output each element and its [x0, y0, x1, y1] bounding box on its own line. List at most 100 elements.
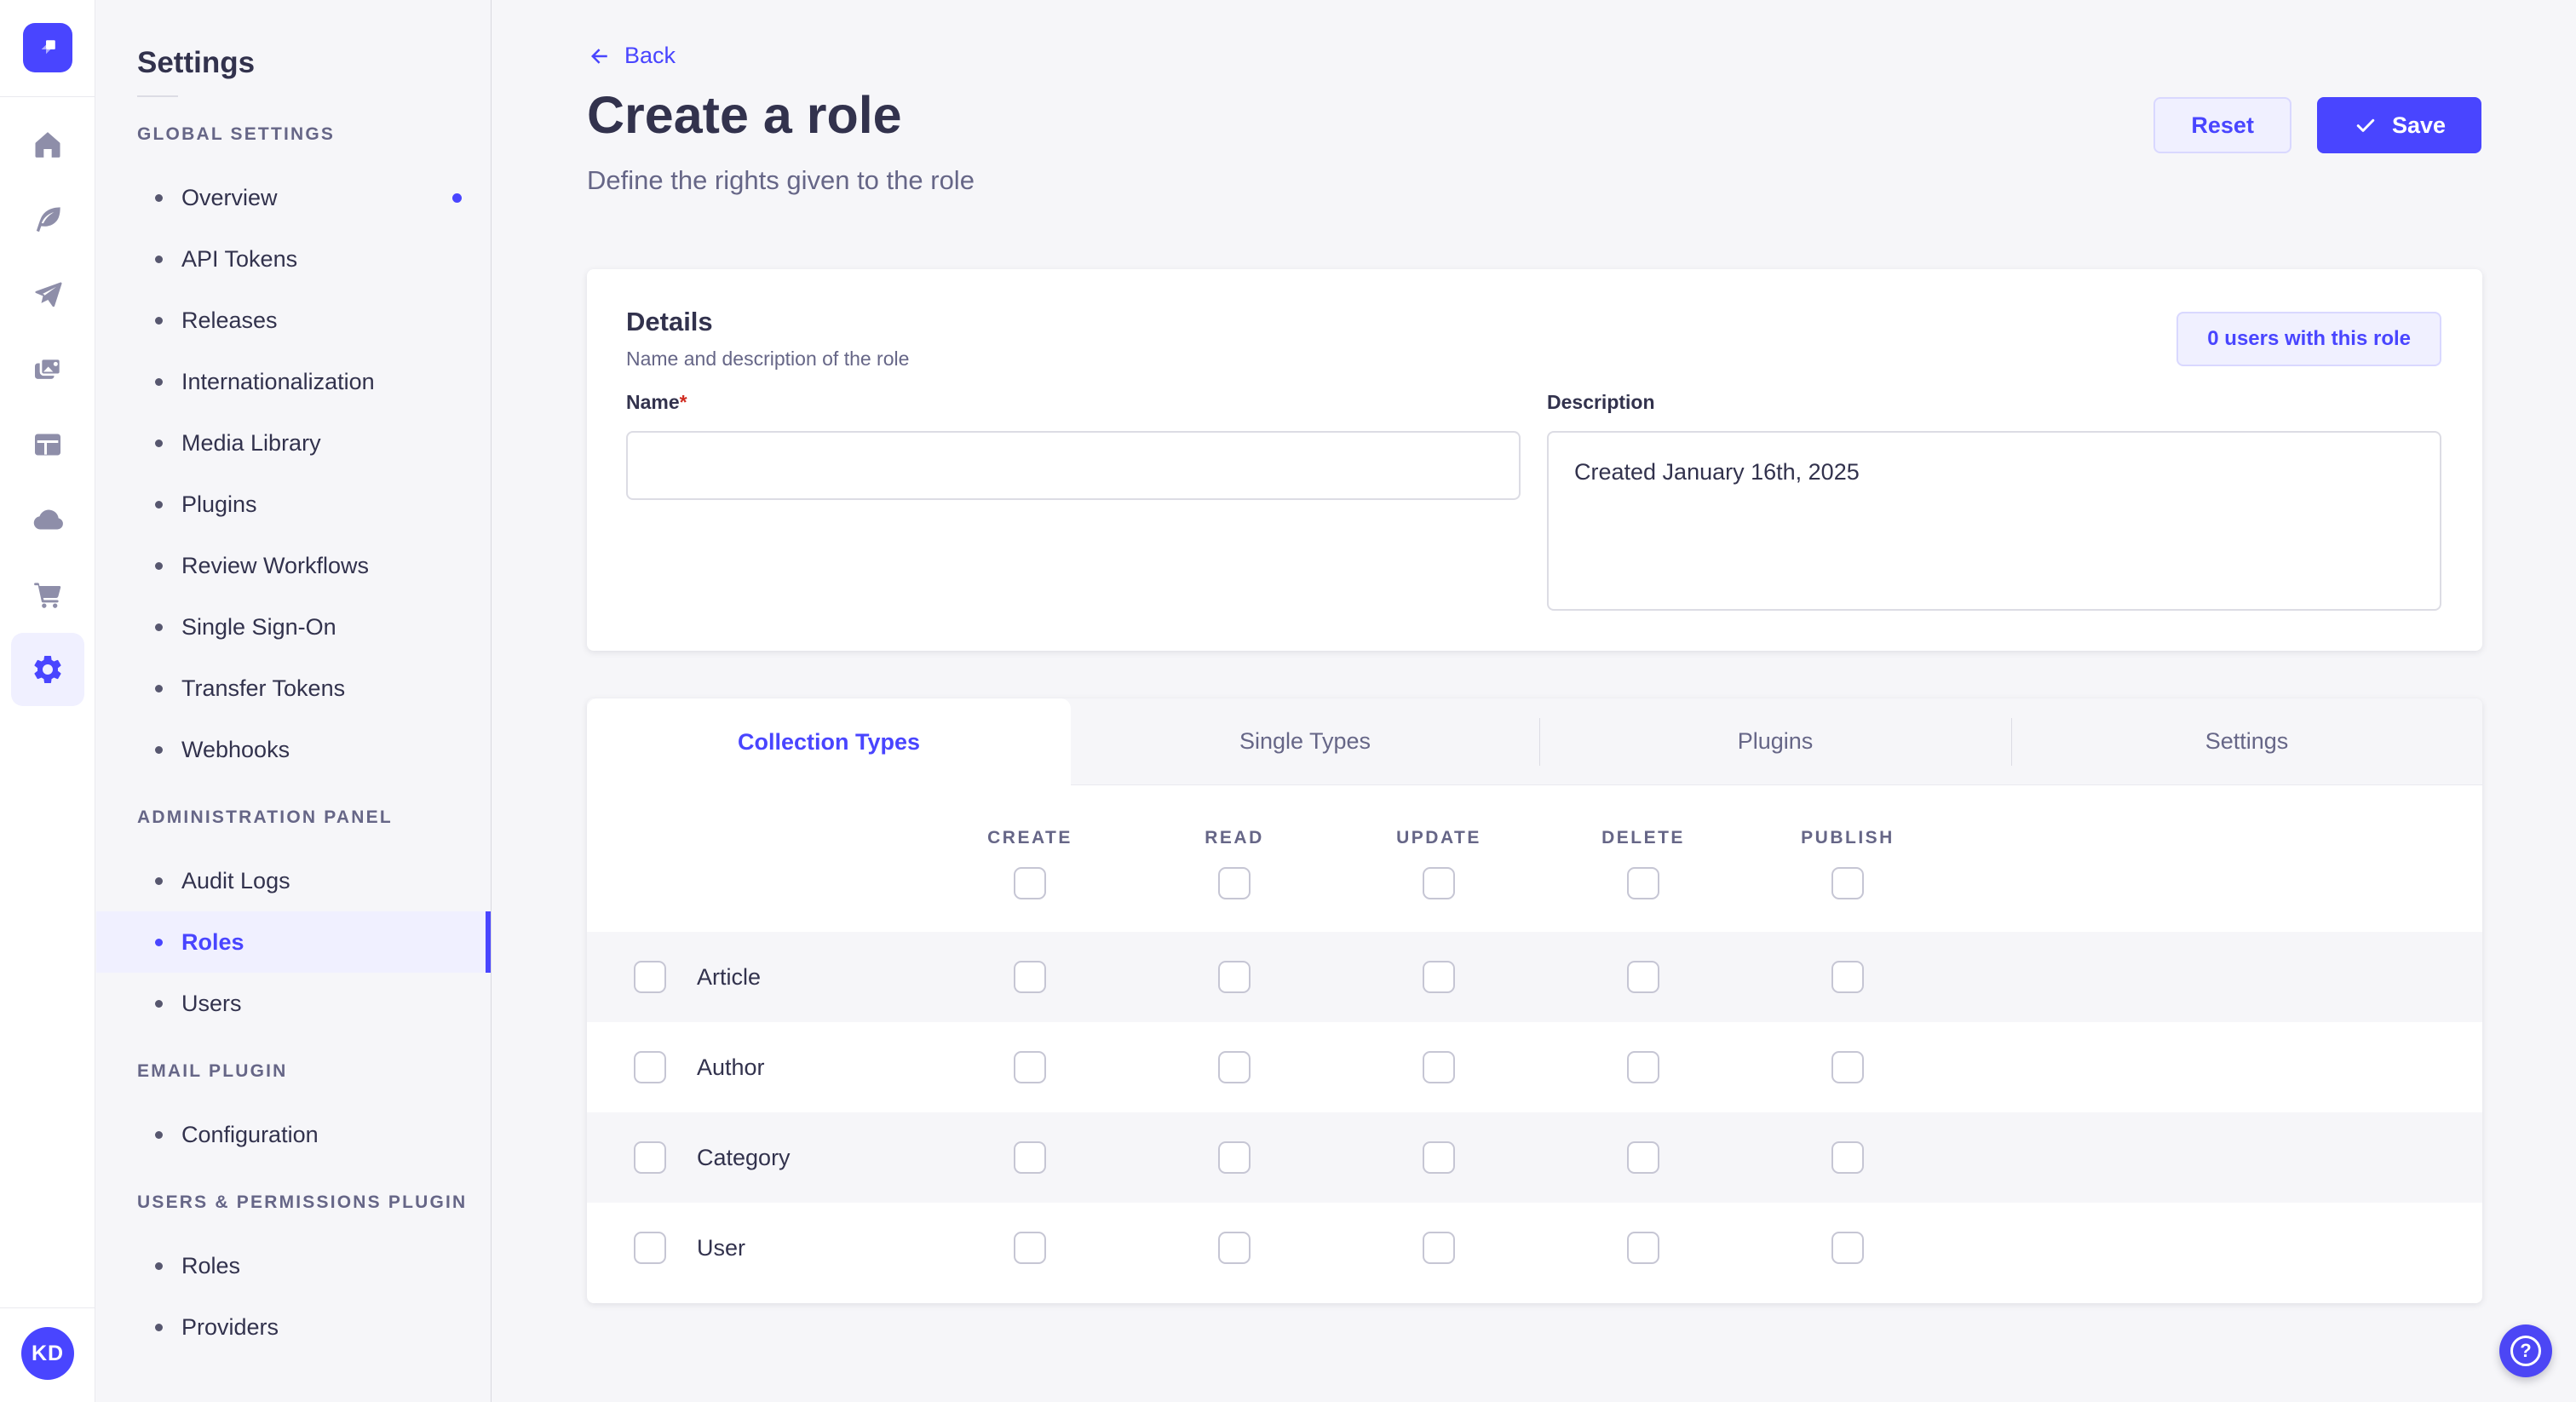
- back-arrow-icon: [587, 43, 612, 69]
- tab-single-types[interactable]: Single Types: [1071, 698, 1539, 784]
- row-select-cell: User: [587, 1232, 928, 1264]
- sidebar-item-media-library[interactable]: Media Library: [96, 412, 491, 474]
- author-delete-checkbox[interactable]: [1627, 1051, 1659, 1083]
- user-publish-checkbox[interactable]: [1831, 1232, 1864, 1264]
- release-paper-plane-icon[interactable]: [11, 258, 84, 331]
- main-content: Back Create a role Define the rights giv…: [492, 0, 2576, 1402]
- category-create-checkbox[interactable]: [1014, 1141, 1046, 1174]
- author-read-checkbox[interactable]: [1218, 1051, 1251, 1083]
- article-update-checkbox[interactable]: [1423, 961, 1455, 993]
- author-update-checkbox[interactable]: [1423, 1051, 1455, 1083]
- details-form: Name* Description Created January 16th, …: [626, 391, 2441, 615]
- sidebar-item-users[interactable]: Users: [96, 973, 491, 1034]
- select-all-publish-checkbox[interactable]: [1831, 867, 1864, 899]
- tab-settings[interactable]: Settings: [2011, 698, 2482, 784]
- column-header-read: READ: [1132, 828, 1337, 848]
- content-type-builder-icon[interactable]: [11, 408, 84, 481]
- sidebar-item-label: Media Library: [181, 430, 321, 457]
- select-all-delete-checkbox[interactable]: [1627, 867, 1659, 899]
- category-update-checkbox[interactable]: [1423, 1141, 1455, 1174]
- description-label: Description: [1547, 391, 2441, 414]
- sidebar-item-single-sign-on[interactable]: Single Sign-On: [96, 596, 491, 658]
- tab-collection-types[interactable]: Collection Types: [587, 698, 1071, 785]
- content-manager-feather-icon[interactable]: [11, 183, 84, 256]
- notification-dot-icon: [452, 193, 462, 203]
- row-label: Author: [697, 1054, 765, 1081]
- sidebar-item-plugins[interactable]: Plugins: [96, 474, 491, 535]
- select-all-create-checkbox[interactable]: [1014, 867, 1046, 899]
- home-icon[interactable]: [11, 108, 84, 181]
- category-publish-checkbox[interactable]: [1831, 1141, 1864, 1174]
- user-read-checkbox[interactable]: [1218, 1232, 1251, 1264]
- help-button[interactable]: ?: [2499, 1324, 2552, 1377]
- sidebar-item-webhooks[interactable]: Webhooks: [96, 719, 491, 780]
- select-all-read-checkbox[interactable]: [1218, 867, 1251, 899]
- subnav-divider: [137, 95, 178, 97]
- marketplace-cart-icon[interactable]: [11, 558, 84, 631]
- sidebar-item-review-workflows[interactable]: Review Workflows: [96, 535, 491, 596]
- article-delete-checkbox[interactable]: [1627, 961, 1659, 993]
- row-select-checkbox[interactable]: [634, 961, 666, 993]
- save-button[interactable]: Save: [2317, 97, 2481, 153]
- row-label: User: [697, 1235, 745, 1261]
- row-select-checkbox[interactable]: [634, 1232, 666, 1264]
- article-publish-checkbox[interactable]: [1831, 961, 1864, 993]
- article-read-checkbox[interactable]: [1218, 961, 1251, 993]
- sidebar-section-heading: EMAIL PLUGIN: [137, 1061, 491, 1082]
- article-create-checkbox[interactable]: [1014, 961, 1046, 993]
- sidebar-item-releases[interactable]: Releases: [96, 290, 491, 351]
- users-with-role-button[interactable]: 0 users with this role: [2176, 312, 2441, 366]
- column-header-delete: DELETE: [1541, 828, 1745, 848]
- user-avatar[interactable]: KD: [21, 1327, 74, 1380]
- sidebar-item-internationalization[interactable]: Internationalization: [96, 351, 491, 412]
- sidebar-item-label: Users: [181, 991, 242, 1017]
- sidebar-item-audit-logs[interactable]: Audit Logs: [96, 850, 491, 911]
- bullet-icon: [155, 194, 163, 202]
- column-header-publish: PUBLISH: [1745, 828, 1950, 848]
- user-delete-checkbox[interactable]: [1627, 1232, 1659, 1264]
- bullet-icon: [155, 939, 163, 946]
- select-all-update-checkbox[interactable]: [1423, 867, 1455, 899]
- category-read-checkbox[interactable]: [1218, 1141, 1251, 1174]
- cloud-icon[interactable]: [11, 483, 84, 556]
- sidebar-item-transfer-tokens[interactable]: Transfer Tokens: [96, 658, 491, 719]
- bullet-icon: [155, 1324, 163, 1331]
- description-field-group: Description Created January 16th, 2025: [1547, 391, 2441, 615]
- sidebar-item-roles[interactable]: Roles: [96, 1235, 491, 1296]
- row-select-checkbox[interactable]: [634, 1051, 666, 1083]
- user-update-checkbox[interactable]: [1423, 1232, 1455, 1264]
- icon-rail: KD: [0, 0, 95, 1402]
- permission-row-article: Article: [587, 932, 2482, 1022]
- category-delete-checkbox[interactable]: [1627, 1141, 1659, 1174]
- author-publish-checkbox[interactable]: [1831, 1051, 1864, 1083]
- sidebar-item-label: Providers: [181, 1314, 279, 1341]
- back-link[interactable]: Back: [587, 43, 676, 69]
- row-select-cell: Author: [587, 1051, 928, 1083]
- description-textarea[interactable]: Created January 16th, 2025: [1547, 431, 2441, 611]
- permissions-column-headers: CREATEREADUPDATEDELETEPUBLISH: [587, 828, 2482, 848]
- row-select-checkbox[interactable]: [634, 1141, 666, 1174]
- tab-plugins[interactable]: Plugins: [1539, 698, 2011, 784]
- media-library-icon[interactable]: [11, 333, 84, 406]
- sidebar-item-roles[interactable]: Roles: [96, 911, 491, 973]
- bullet-icon: [155, 1000, 163, 1008]
- reset-button[interactable]: Reset: [2153, 97, 2291, 153]
- details-subtitle: Name and description of the role: [626, 348, 909, 371]
- sidebar-item-api-tokens[interactable]: API Tokens: [96, 228, 491, 290]
- settings-gear-icon[interactable]: [11, 633, 84, 706]
- save-label: Save: [2392, 112, 2446, 139]
- row-select-cell: Category: [587, 1141, 928, 1174]
- row-label: Article: [697, 964, 761, 991]
- strapi-logo[interactable]: [23, 23, 72, 72]
- sidebar-item-overview[interactable]: Overview: [96, 167, 491, 228]
- details-title: Details: [626, 307, 713, 337]
- sidebar-item-label: Audit Logs: [181, 868, 290, 894]
- author-create-checkbox[interactable]: [1014, 1051, 1046, 1083]
- sidebar-item-providers[interactable]: Providers: [96, 1296, 491, 1358]
- sidebar-item-configuration[interactable]: Configuration: [96, 1104, 491, 1165]
- sidebar-item-label: Transfer Tokens: [181, 675, 345, 702]
- name-input[interactable]: [626, 431, 1521, 500]
- user-create-checkbox[interactable]: [1014, 1232, 1046, 1264]
- sidebar-item-label: Single Sign-On: [181, 614, 336, 641]
- check-icon: [2353, 112, 2378, 138]
